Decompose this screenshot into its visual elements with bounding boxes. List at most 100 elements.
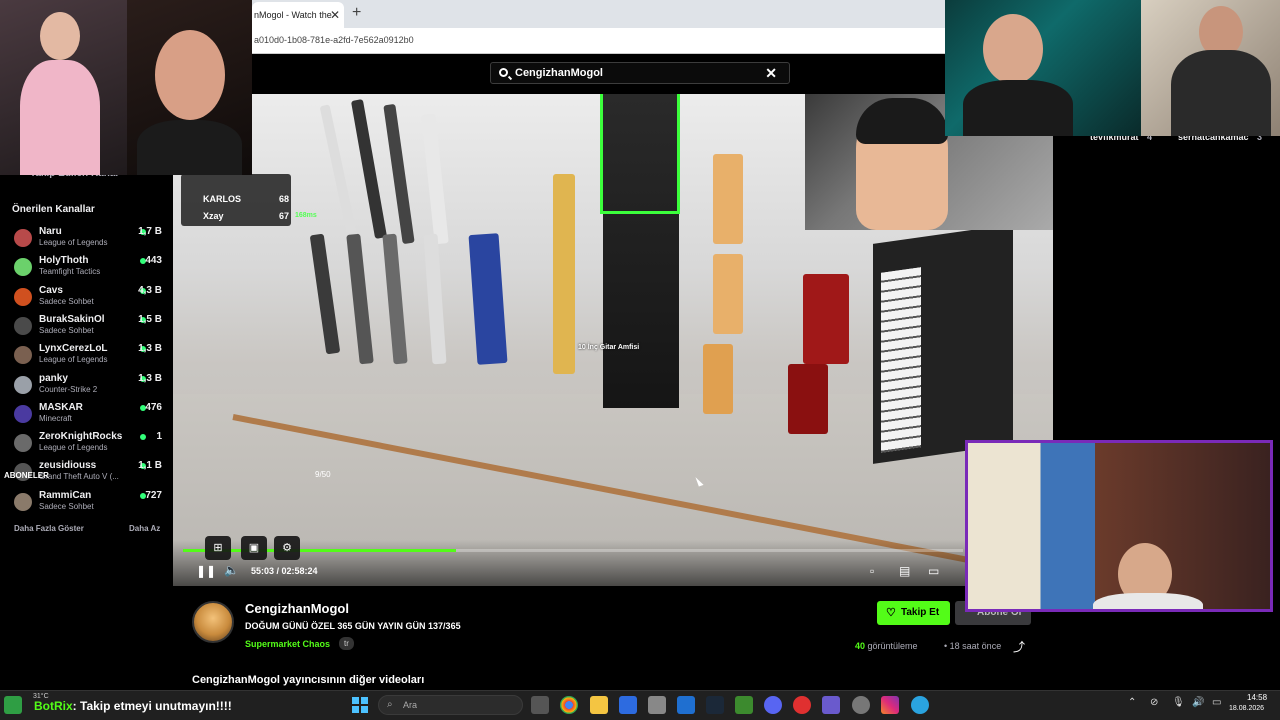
taskbar-search[interactable]: ⌕ Ara [378,695,523,715]
viewer-count: 1,1 B [138,460,162,472]
youtube-icon[interactable] [793,696,811,714]
recommended-channel[interactable]: Cavs Sadece Sohbet 4,3 B [14,285,164,313]
tab-title: nMogol - Watch the [254,10,332,20]
teams-icon[interactable] [822,696,840,714]
heart-icon: ♡ [886,607,896,619]
progress-bar[interactable] [183,549,963,552]
recommended-channel[interactable]: LynxCerezLoL League of Legends 1,3 B [14,343,164,371]
new-tab-icon[interactable]: + [352,4,361,22]
chrome-icon[interactable] [560,696,578,714]
discord-icon[interactable] [764,696,782,714]
follow-button[interactable]: ♡ Takip Et [877,601,950,625]
tray-chevron-icon[interactable]: ⌃ [1128,697,1136,708]
recommended-channel[interactable]: ZeroKnightRocks League of Legends 1 [14,431,164,459]
viewer-count: 1,7 B [138,226,162,237]
video-player[interactable]: KARLOS 68 Xzay 67 168ms 10 İnç Gitar Amf… [173,94,1053,586]
guitar-shape [350,99,388,239]
recommended-channel[interactable]: RammiCan Sadece Sohbet 727 [14,490,164,518]
webcam-1 [0,0,127,175]
score-value: 67 [279,211,290,221]
task-view-icon[interactable] [531,696,549,714]
show-less-button[interactable]: Daha Az [129,524,160,533]
channel-game: Sadece Sohbet [39,325,94,335]
channel-name: BurakSakinOl [39,313,105,325]
hud-icon: ⚙ [274,536,300,560]
channel-avatar [14,316,32,335]
weather-icon[interactable] [4,696,22,714]
address-bar[interactable]: a010d0-1b08-781e-a2fd-7e562a0912b0 [252,28,945,54]
windows-start-icon[interactable] [352,697,368,713]
webcam-3 [945,0,1141,136]
tab-close-icon[interactable]: ✕ [330,8,340,22]
view-number: 40 [855,641,866,651]
guitar-shape [319,104,357,234]
recommended-channel[interactable]: panky Counter-Strike 2 1,3 B [14,373,164,401]
time-readout: 55:03 / 02:58:24 [251,566,318,576]
recommended-channel[interactable]: HolyThoth Teamfight Tactics 443 [14,255,164,283]
theater-icon[interactable]: ▭ [928,564,939,578]
taskbar-search-placeholder: Ara [403,700,418,710]
channel-avatar [14,346,32,365]
guitar-shape [309,233,341,355]
viewer-count: 1,3 B [138,372,162,384]
notepad-icon[interactable] [648,696,666,714]
guitar-shape [346,233,374,365]
guitar-shape [788,364,828,434]
view-label: görüntüleme [867,641,918,651]
channel-avatar [14,375,32,394]
browser-tab[interactable]: nMogol - Watch the ✕ [252,2,344,28]
search-input[interactable]: CengizhanMogol ✕ [490,62,790,84]
webcam-4 [1141,0,1280,136]
channel-avatar [14,287,32,306]
clip-icon[interactable]: ▤ [899,564,910,578]
guitar-shape [423,233,447,365]
game-link[interactable]: Supermarket Chaos [245,639,330,649]
edge-icon[interactable] [911,696,929,714]
channel-game: League of Legends [39,443,108,453]
viewer-count: 476 [145,401,162,413]
steam-icon[interactable] [706,696,724,714]
channel-name: HolyThoth [39,255,89,267]
clock-date[interactable]: 18.08.2026 [1229,705,1264,712]
recommended-channel[interactable]: BurakSakinOl Sadece Sohbet 1,5 B [14,314,164,342]
score-name: KARLOS [203,194,241,204]
guitar-shape [383,103,415,245]
recommended-channel[interactable]: MASKAR Minecraft 476 [14,402,164,430]
channel-avatar[interactable] [192,601,234,643]
volume-icon[interactable]: 🔈 [224,563,239,577]
view-count: 40 görüntüleme [855,641,918,651]
show-more-button[interactable]: Daha Fazla Göster [14,524,84,533]
speaker-icon[interactable]: 🔊 [1192,697,1204,708]
network-icon[interactable]: ⊘ [1150,697,1158,708]
channel-game: Sadece Sohbet [39,501,94,511]
more-videos-heading: CengizhanMogol yayıncısının diğer videol… [192,674,425,686]
instagram-icon[interactable] [881,696,899,714]
recommended-channel[interactable]: Naru League of Legends 1,7 B [14,226,164,254]
obs-icon[interactable] [852,696,870,714]
channel-name: LynxCerezLoL [39,343,108,355]
outlook-icon[interactable] [677,696,695,714]
clear-search-icon[interactable]: ✕ [765,65,777,82]
channel-name[interactable]: CengizhanMogol [245,601,349,616]
pause-icon[interactable]: ❚❚ [196,564,216,578]
clock-time[interactable]: 14:58 [1247,693,1267,702]
battery-icon[interactable]: ▭ [1212,697,1221,708]
search-value: CengizhanMogol [515,67,603,79]
miniplayer-icon[interactable]: ▫ [870,564,874,578]
channel-name: zeusidiouss [39,460,97,472]
viewer-count: 1 [156,431,162,443]
word-icon[interactable] [619,696,637,714]
language-tag[interactable]: tr [339,637,354,650]
mic-icon[interactable]: 🎙 [1172,697,1185,708]
time-ago: • 18 saat önce [944,641,1002,651]
shelf-label: 10 İnç Gitar Amfisi [578,344,640,351]
share-icon[interactable]: ⤴ [1013,638,1025,655]
webcam-5 [965,440,1273,612]
guitar-shape [382,233,408,365]
channel-game: Teamfight Tactics [39,267,101,277]
hud-icon: ▣ [241,536,267,560]
time-ago-label: 18 saat önce [949,641,1002,651]
folder-icon[interactable] [590,696,608,714]
minecraft-icon[interactable] [735,696,753,714]
search-icon [499,68,508,77]
